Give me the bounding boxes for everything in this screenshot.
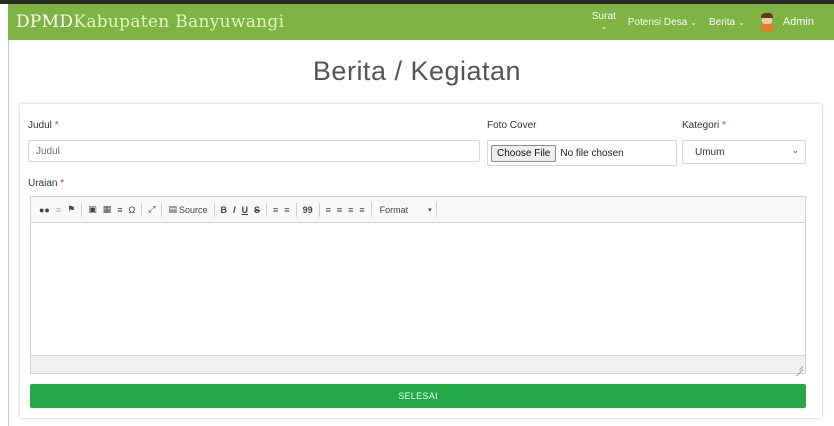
brand-logo[interactable]: DPMDKabupaten Banyuwangi — [16, 12, 284, 32]
nav-item-berita[interactable]: Berita ⌄ — [709, 17, 745, 28]
choose-file-button[interactable]: Choose File — [491, 144, 557, 162]
uraian-label: Uraian * — [28, 178, 65, 189]
bulleted-list-icon[interactable]: ≡ — [284, 203, 289, 217]
chevron-down-icon: ⌄ — [738, 17, 745, 27]
toolbar-separator — [266, 202, 268, 217]
required-mark: * — [54, 120, 59, 131]
toolbar-separator — [213, 202, 215, 217]
editor-status-bar — [31, 355, 805, 377]
nav-item-label: Berita — [708, 16, 736, 28]
kategori-label: Kategori * — [682, 120, 726, 131]
format-dropdown-label: Format — [379, 204, 409, 215]
align-center-icon[interactable]: ≡ — [337, 203, 342, 217]
required-mark: * — [722, 120, 726, 131]
nav-item-surat[interactable]: Surat ⌄ — [592, 12, 616, 32]
image-icon[interactable]: ▣ — [88, 203, 97, 217]
toolbar-separator — [81, 202, 83, 217]
kategori-select[interactable]: Umum ⌄ — [682, 140, 806, 164]
horizontal-line-icon[interactable]: ≡ — [117, 203, 122, 217]
link-icon[interactable]: ●● — [39, 203, 50, 217]
page-left-border — [8, 40, 9, 426]
anchor-flag-icon[interactable]: ⚑ — [67, 203, 75, 217]
chevron-down-icon: ⌄ — [791, 145, 799, 155]
form-card: Judul * Foto Cover Choose File No file c… — [20, 104, 822, 418]
italic-button[interactable]: I — [233, 203, 236, 217]
nav-item-potensi-desa[interactable]: Potensi Desa ⌄ — [628, 17, 697, 28]
numbered-list-icon[interactable]: ≡ — [273, 203, 278, 217]
foto-cover-file-input[interactable]: Choose File No file chosen — [487, 140, 677, 166]
uraian-editor-area[interactable] — [31, 223, 805, 355]
align-left-icon[interactable]: ≡ — [326, 203, 331, 217]
user-avatar-icon[interactable] — [759, 13, 775, 31]
resize-handle-icon[interactable] — [795, 363, 804, 377]
special-char-icon[interactable]: Ω — [129, 203, 136, 217]
toolbar-separator — [435, 202, 437, 217]
toolbar-separator — [295, 202, 297, 217]
format-dropdown[interactable]: Format ▾ — [380, 205, 436, 215]
user-menu[interactable]: Admin — [783, 16, 814, 28]
nav-menu: Surat ⌄ Potensi Desa ⌄ Berita ⌄ Admin — [580, 4, 814, 40]
selesai-submit-button[interactable]: SELESAI — [30, 384, 806, 408]
bold-button[interactable]: B — [221, 203, 228, 217]
judul-input[interactable] — [28, 140, 480, 162]
toolbar-separator — [161, 202, 163, 217]
editor-toolbar: ●● ≡ ⚑ ▣ ▦ ≡ Ω ⤢ ▤ Source B I U S ≡ ≡ 99 … — [31, 197, 805, 223]
brand-primary: DPMD — [16, 12, 74, 32]
chevron-down-icon: ⌄ — [600, 22, 608, 31]
toolbar-separator — [141, 202, 143, 217]
nav-item-label: Surat — [591, 11, 616, 22]
toolbar-separator — [318, 202, 320, 217]
table-icon[interactable]: ▦ — [103, 203, 112, 217]
toolbar-separator — [370, 202, 372, 217]
required-mark: * — [60, 178, 65, 189]
align-justify-icon[interactable]: ≡ — [359, 203, 364, 217]
foto-cover-label: Foto Cover — [487, 120, 537, 131]
align-right-icon[interactable]: ≡ — [348, 203, 353, 217]
unlink-icon[interactable]: ≡ — [56, 203, 61, 217]
source-button[interactable]: ▤ Source — [168, 203, 207, 217]
strikethrough-button[interactable]: S — [254, 203, 260, 217]
blockquote-icon[interactable]: 99 — [303, 203, 313, 217]
brand-secondary: Kabupaten Banyuwangi — [73, 12, 285, 32]
maximize-icon[interactable]: ⤢ — [148, 203, 155, 217]
navbar: DPMDKabupaten Banyuwangi Surat ⌄ Potensi… — [8, 4, 834, 40]
kategori-selected-value: Umum — [695, 146, 725, 158]
nav-item-label: Potensi Desa — [627, 16, 688, 28]
chevron-down-icon: ⌄ — [690, 17, 697, 27]
underline-button[interactable]: U — [242, 203, 249, 217]
dropdown-arrow-icon: ▾ — [428, 206, 432, 214]
page-title: Berita / Kegiatan — [312, 56, 522, 86]
rich-text-editor: ●● ≡ ⚑ ▣ ▦ ≡ Ω ⤢ ▤ Source B I U S ≡ ≡ 99 … — [30, 196, 806, 377]
judul-label: Judul * — [28, 120, 59, 131]
file-status-text: No file chosen — [560, 147, 624, 159]
source-icon: ▤ — [168, 204, 177, 214]
